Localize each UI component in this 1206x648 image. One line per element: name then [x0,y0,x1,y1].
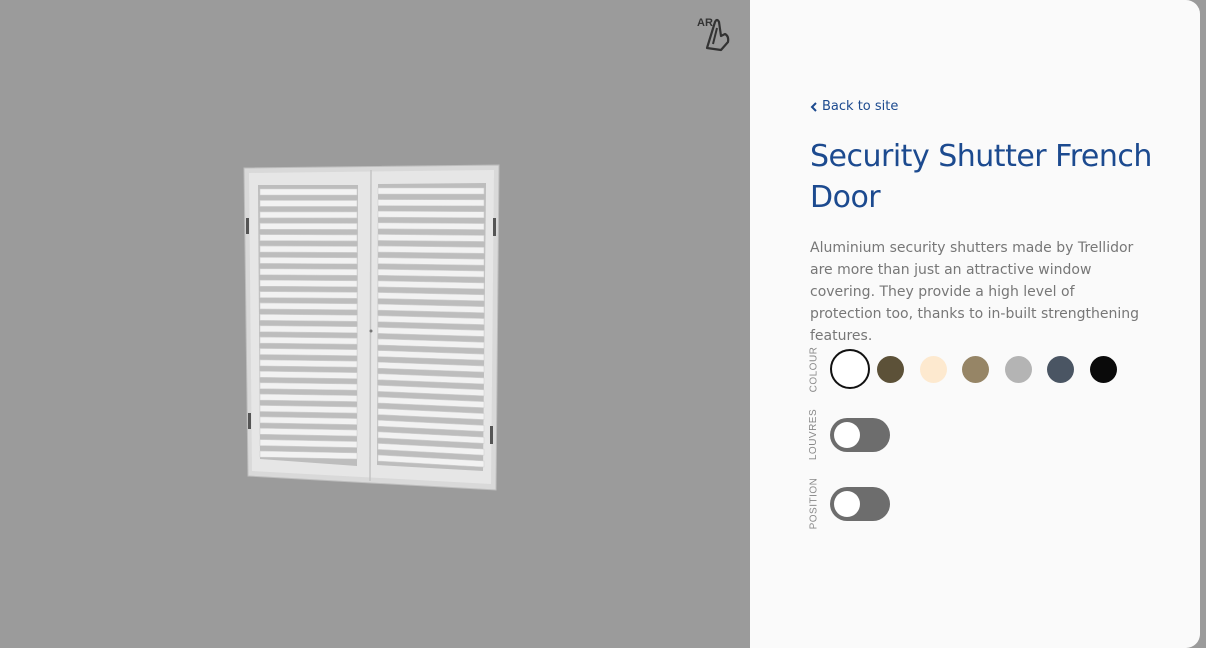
louvre-slat [259,325,358,334]
louvre-slat [259,348,358,356]
colour-label: COLOUR [808,346,820,392]
louvre-slat [259,302,358,311]
product-description: Aluminium security shutters made by Trel… [810,240,1140,344]
louvre-slat [259,279,358,288]
chevron-left-icon [810,101,817,112]
position-toggle[interactable] [830,486,890,521]
louvre-slat [259,268,358,276]
lock-icon [369,329,373,333]
louvre-slat [259,359,358,368]
colour-swatch-black[interactable] [1089,355,1117,383]
louvre-slat [377,187,485,195]
back-to-site-link[interactable]: Back to site [810,99,898,114]
window-edge [1200,0,1206,648]
louvre-slat [377,234,485,242]
colour-swatch-white[interactable] [830,349,870,389]
hinge [248,413,251,429]
toggle-knob [834,490,860,517]
hinge [490,426,493,444]
louvre-slat [259,245,358,253]
position-label: POSITION [808,477,820,530]
louvre-slat [259,222,358,230]
louvre-slat [377,210,485,219]
shutter-model[interactable] [240,163,502,493]
louvres-toggle[interactable] [830,417,890,452]
louvre-slat [259,382,358,391]
3d-viewer[interactable]: AR [0,0,750,648]
louvre-slat [259,393,358,402]
louvre-slat [259,200,358,207]
louvre-slat [259,336,358,345]
louvre-slat [259,257,358,265]
louvre-slat [259,211,358,219]
toggle-knob [834,421,860,448]
louvre-slat [259,234,358,242]
louvre-slat [377,199,485,207]
louvre-slat [377,245,485,254]
colour-swatch-silver[interactable] [1004,355,1032,383]
louvre-slat [259,291,358,299]
louvres-row: LOUVRES [805,407,890,462]
louvres-label: LOUVRES [808,408,820,461]
position-row: POSITION [805,476,890,531]
back-to-site-label: Back to site [822,99,899,114]
colour-swatch-charcoal[interactable] [1047,355,1074,383]
louvre-slat [377,257,485,266]
louvre-slat [377,222,485,230]
colour-swatches [830,349,1132,389]
config-panel: Back to site Security Shutter French Doo… [750,0,1200,648]
louvre-slat [259,405,358,414]
ar-hand-icon [705,18,730,52]
ar-button[interactable]: AR [693,14,735,54]
hinge [246,218,249,234]
louvre-slat [259,370,358,379]
product-title: Security Shutter French Door [810,139,1152,215]
louvre-slat [259,188,358,196]
louvre-slat [259,314,358,322]
colour-swatch-khaki[interactable] [962,355,989,383]
colour-swatch-bronze[interactable] [877,355,904,383]
colour-row: COLOUR [805,344,1132,394]
colour-swatch-ivory[interactable] [919,355,947,383]
hinge [493,218,496,236]
